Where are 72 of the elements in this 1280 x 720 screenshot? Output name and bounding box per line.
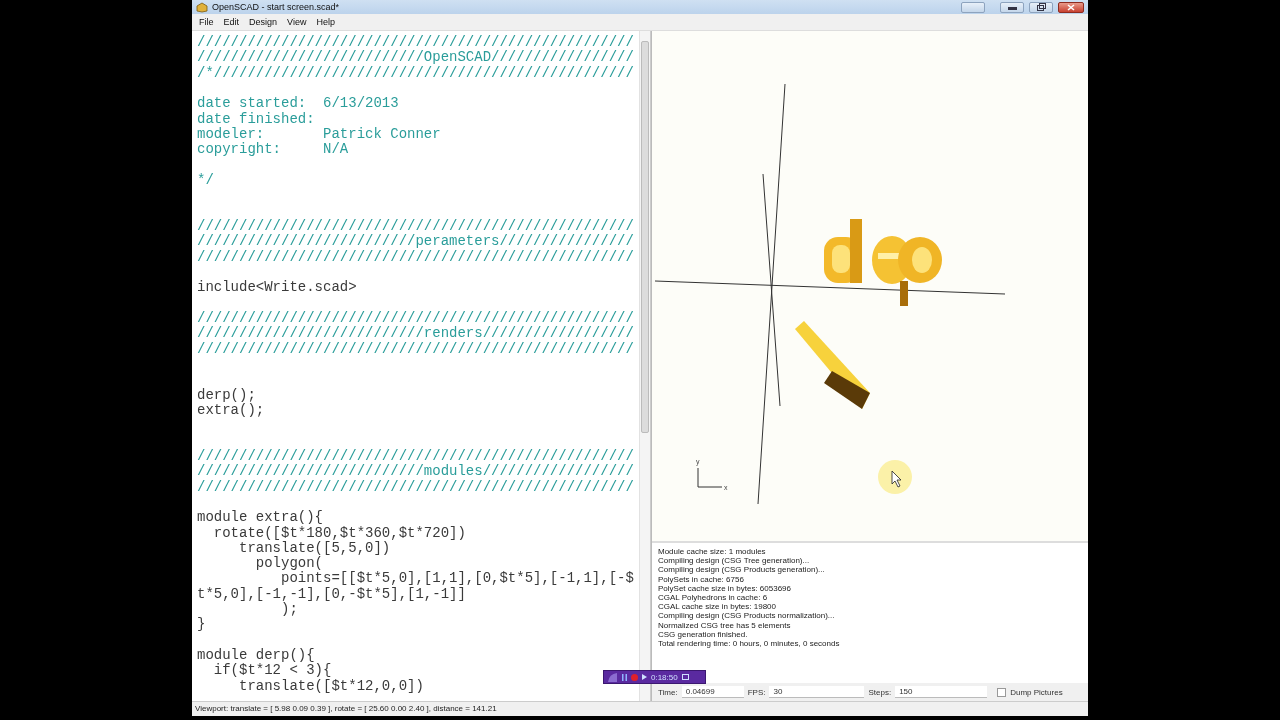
- console-line: Compiling design (CSG Tree generation)...: [658, 556, 810, 566]
- time-label: Time:: [658, 687, 678, 697]
- menu-item[interactable]: File: [194, 17, 219, 27]
- code-line: t*5,0],[-1,-1],[0,-$t*5],[1,-1]]: [197, 586, 466, 602]
- code-line: ///////////////////////////OpenSCAD/////////////////: [197, 50, 634, 66]
- code-line: /*//////////////////////////////////////////////////: [197, 65, 634, 81]
- menu-item[interactable]: Design: [244, 17, 283, 27]
- recorder-logo-icon: [607, 671, 618, 683]
- steps-label: Steps:: [868, 687, 892, 697]
- close-button[interactable]: [1058, 1, 1084, 13]
- console-line: Compiling design (CSG Products normalization)...: [658, 611, 835, 621]
- console-line: CSG generation finished.: [658, 629, 748, 640]
- code-line: ////////////////////////////////////////////////////: [197, 310, 634, 326]
- code-line: */: [197, 172, 214, 189]
- code-line: ////////////////////////////////////////////////////: [197, 341, 634, 357]
- console-line: PolySet cache size in bytes: 6053696: [658, 583, 791, 593]
- code-line: polygon(: [254, 556, 324, 572]
- code-line: ///////////////////////////modules//////////////////: [197, 464, 634, 480]
- time-field[interactable]: 0.04699: [681, 686, 744, 698]
- code-line: derp();: [197, 387, 256, 403]
- console-line: CGAL cache size in bytes: 19800: [658, 602, 776, 612]
- recording-time: 0:18:50: [651, 672, 678, 682]
- code-line: ////////////////////////////////////////////////////: [197, 479, 634, 495]
- stop-icon[interactable]: [681, 674, 689, 680]
- code-line: ///////////////////////////renders//////////////////: [197, 326, 634, 342]
- code-line: ////////////////////////////////////////////////////: [197, 218, 634, 234]
- console-line: Total rendering time: 0 hours, 0 minutes, 0 seconds: [658, 639, 840, 649]
- code-line: include<Write.scad>: [197, 280, 357, 296]
- code-line: //////////////////////////perameters////////////////: [197, 234, 634, 250]
- code-line: date started: 6/13/2013: [197, 96, 399, 112]
- console-line: Module cache size: 1 modules: [658, 547, 766, 557]
- code-line: if($t*12 < 3){: [212, 663, 332, 679]
- scrollbar-thumb[interactable]: [641, 41, 649, 433]
- menu-item[interactable]: Edit: [218, 17, 245, 27]
- code-line: date finished:: [197, 111, 315, 127]
- window-title: OpenSCAD - start screen.scad*: [212, 2, 340, 12]
- code-line: points=[[$t*5,0],[1,1],[0,$t*5],[-1,1],[-$: [281, 571, 634, 587]
- minimize-button[interactable]: [1000, 1, 1024, 13]
- code-line: extra();: [197, 402, 265, 419]
- code-line: module extra(){: [197, 510, 324, 526]
- scrollbar[interactable]: [639, 31, 650, 701]
- code-line: copyright: N/A: [197, 142, 349, 158]
- checkbox-label: Dump Pictures: [1010, 687, 1063, 697]
- fps-label: FPS:: [747, 687, 766, 697]
- steps-field[interactable]: 150: [895, 686, 988, 698]
- code-line: ////////////////////////////////////////////////////: [197, 249, 634, 265]
- play-icon[interactable]: [642, 674, 647, 680]
- close-icon: [1067, 3, 1075, 11]
- restore-icon: [1036, 3, 1046, 11]
- minimize-icon: [1007, 4, 1017, 10]
- code-line: translate([5,5,0]): [239, 540, 391, 556]
- axis-gizmo-icon: [697, 467, 723, 488]
- code-line: ////////////////////////////////////////////////////: [197, 35, 634, 50]
- mouse-cursor-icon: [878, 460, 912, 494]
- console-line: Compiling design (CSG Products generation)...: [658, 565, 825, 575]
- code-line: modeler: Patrick Conner: [197, 126, 441, 142]
- console-line: CGAL Polyhedrons in cache: 6: [658, 593, 768, 603]
- menu-item[interactable]: View: [282, 17, 312, 27]
- fps-field[interactable]: 30: [769, 686, 865, 698]
- console-line: PolySets in cache: 6756: [658, 574, 744, 584]
- code-line: }: [197, 617, 206, 633]
- code-line: ////////////////////////////////////////////////////: [197, 448, 634, 464]
- console-line: Normalized CSG tree has 5 elements: [658, 620, 791, 630]
- code-line: translate([$t*12,0,0]): [238, 678, 424, 695]
- code-line: rotate([$t*180,$t*360,$t*720]): [212, 525, 466, 541]
- code-line: );: [280, 602, 298, 618]
- viewport-status: Viewport: translate = [ 5.98 0.09 0.39 ], rotate = [ 25.60 0.00 2.40 ], distance = 141.21: [195, 704, 497, 713]
- code-line: module derp(){: [197, 648, 315, 664]
- checkbox[interactable]: [997, 687, 1007, 697]
- pause-icon[interactable]: [622, 673, 627, 681]
- menu-item[interactable]: Help: [311, 17, 340, 27]
- restore-button[interactable]: [1029, 1, 1053, 13]
